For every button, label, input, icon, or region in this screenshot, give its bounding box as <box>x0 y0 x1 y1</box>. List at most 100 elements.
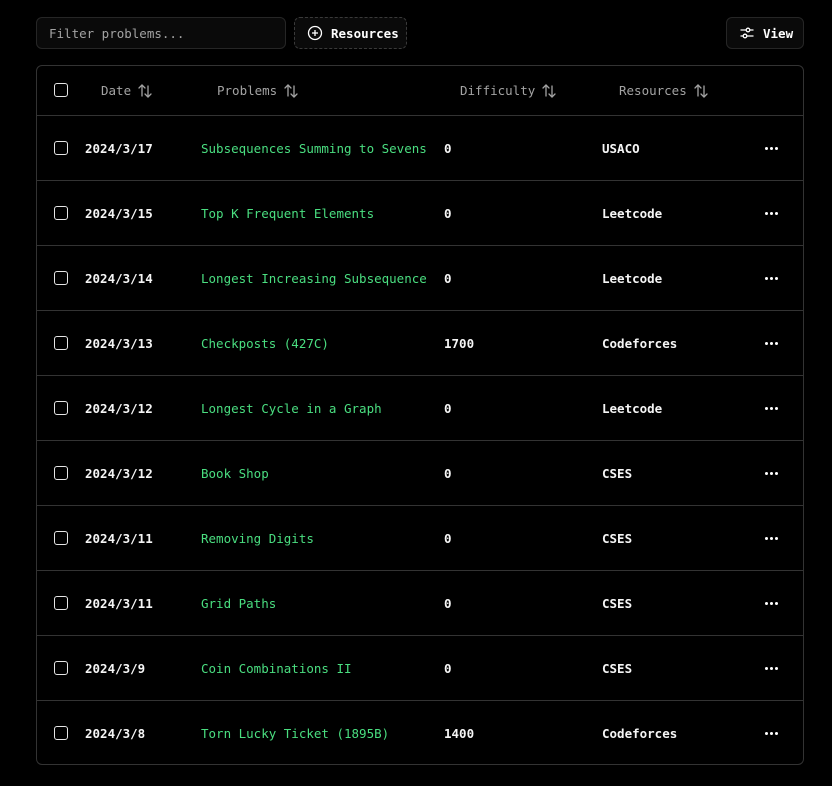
more-horizontal-icon <box>764 666 778 670</box>
table-body: 2024/3/17 Subsequences Summing to Sevens… <box>37 116 803 764</box>
sort-arrows-icon <box>541 83 557 99</box>
date-header-label: Date <box>101 83 132 98</box>
row-problem-link[interactable]: Subsequences Summing to Sevens <box>201 116 427 180</box>
difficulty-header-label: Difficulty <box>460 83 536 98</box>
resources-filter-button[interactable]: Resources <box>294 17 407 49</box>
problems-column-header[interactable]: Problems <box>217 66 299 115</box>
sort-arrows-icon <box>283 83 299 99</box>
row-difficulty: 0 <box>444 270 452 286</box>
problems-header-label: Problems <box>217 83 278 98</box>
row-resource: Codeforces <box>602 335 678 351</box>
more-horizontal-icon <box>764 536 778 540</box>
row-difficulty: 1700 <box>444 335 475 351</box>
row-select-checkbox[interactable] <box>54 466 68 480</box>
row-difficulty: 1400 <box>444 725 475 741</box>
more-horizontal-icon <box>764 601 778 605</box>
more-horizontal-icon <box>764 471 778 475</box>
row-date: 2024/3/12 <box>85 465 153 481</box>
table-row: 2024/3/9 Coin Combinations II 0 CSES <box>37 636 803 701</box>
row-difficulty: 0 <box>444 530 452 546</box>
row-date: 2024/3/17 <box>85 140 153 156</box>
more-horizontal-icon <box>764 276 778 280</box>
row-problem-link[interactable]: Coin Combinations II <box>201 636 352 700</box>
row-problem-link[interactable]: Grid Paths <box>201 571 276 635</box>
resources-column-header[interactable]: Resources <box>619 66 709 115</box>
row-resource: CSES <box>602 530 633 546</box>
filter-problems-input[interactable] <box>36 17 286 49</box>
row-resource: CSES <box>602 465 633 481</box>
row-problem-link[interactable]: Longest Cycle in a Graph <box>201 376 382 440</box>
sliders-icon <box>739 25 755 41</box>
date-column-header[interactable]: Date <box>101 66 153 115</box>
row-actions-button[interactable] <box>759 441 783 505</box>
row-actions-button[interactable] <box>759 636 783 700</box>
row-select-checkbox[interactable] <box>54 596 68 610</box>
row-actions-button[interactable] <box>759 311 783 375</box>
row-problem-link[interactable]: Longest Increasing Subsequence <box>201 246 427 310</box>
row-resource: Codeforces <box>602 725 678 741</box>
row-problem-link[interactable]: Removing Digits <box>201 506 314 570</box>
row-select-checkbox[interactable] <box>54 271 68 285</box>
resources-button-label: Resources <box>331 25 399 41</box>
row-date: 2024/3/8 <box>85 725 146 741</box>
table-row: 2024/3/14 Longest Increasing Subsequence… <box>37 246 803 311</box>
view-options-button[interactable]: View <box>726 17 804 49</box>
row-actions-button[interactable] <box>759 376 783 440</box>
row-resource: CSES <box>602 660 633 676</box>
table-header: Date Problems Difficulty Resources <box>37 66 803 116</box>
view-button-label: View <box>763 25 794 41</box>
difficulty-column-header[interactable]: Difficulty <box>460 66 557 115</box>
row-date: 2024/3/14 <box>85 270 153 286</box>
row-select-checkbox[interactable] <box>54 726 68 740</box>
table-row: 2024/3/8 Torn Lucky Ticket (1895B) 1400 … <box>37 701 803 764</box>
row-date: 2024/3/9 <box>85 660 146 676</box>
row-actions-button[interactable] <box>759 701 783 764</box>
row-problem-link[interactable]: Checkposts (427C) <box>201 311 329 375</box>
table-row: 2024/3/17 Subsequences Summing to Sevens… <box>37 116 803 181</box>
row-select-checkbox[interactable] <box>54 206 68 220</box>
row-select-checkbox[interactable] <box>54 336 68 350</box>
row-select-checkbox[interactable] <box>54 141 68 155</box>
row-actions-button[interactable] <box>759 116 783 180</box>
more-horizontal-icon <box>764 146 778 150</box>
table-row: 2024/3/12 Book Shop 0 CSES <box>37 441 803 506</box>
row-resource: CSES <box>602 595 633 611</box>
plus-circle-icon <box>307 25 323 41</box>
row-difficulty: 0 <box>444 465 452 481</box>
table-row: 2024/3/15 Top K Frequent Elements 0 Leet… <box>37 181 803 246</box>
row-difficulty: 0 <box>444 595 452 611</box>
row-resource: USACO <box>602 140 640 156</box>
row-actions-button[interactable] <box>759 506 783 570</box>
row-date: 2024/3/11 <box>85 530 153 546</box>
table-row: 2024/3/13 Checkposts (427C) 1700 Codefor… <box>37 311 803 376</box>
table-row: 2024/3/12 Longest Cycle in a Graph 0 Lee… <box>37 376 803 441</box>
row-date: 2024/3/11 <box>85 595 153 611</box>
sort-arrows-icon <box>693 83 709 99</box>
row-select-checkbox[interactable] <box>54 661 68 675</box>
row-difficulty: 0 <box>444 660 452 676</box>
row-difficulty: 0 <box>444 400 452 416</box>
row-actions-button[interactable] <box>759 571 783 635</box>
row-select-checkbox[interactable] <box>54 531 68 545</box>
row-problem-link[interactable]: Top K Frequent Elements <box>201 181 374 245</box>
row-difficulty: 0 <box>444 205 452 221</box>
select-all-checkbox[interactable] <box>54 83 68 97</box>
row-date: 2024/3/12 <box>85 400 153 416</box>
row-date: 2024/3/13 <box>85 335 153 351</box>
more-horizontal-icon <box>764 341 778 345</box>
more-horizontal-icon <box>764 211 778 215</box>
row-resource: Leetcode <box>602 205 663 221</box>
toolbar: Resources View <box>0 0 832 60</box>
table-row: 2024/3/11 Grid Paths 0 CSES <box>37 571 803 636</box>
more-horizontal-icon <box>764 406 778 410</box>
row-date: 2024/3/15 <box>85 205 153 221</box>
more-horizontal-icon <box>764 731 778 735</box>
table-row: 2024/3/11 Removing Digits 0 CSES <box>37 506 803 571</box>
row-problem-link[interactable]: Torn Lucky Ticket (1895B) <box>201 701 389 764</box>
row-select-checkbox[interactable] <box>54 401 68 415</box>
row-actions-button[interactable] <box>759 181 783 245</box>
row-resource: Leetcode <box>602 270 663 286</box>
row-problem-link[interactable]: Book Shop <box>201 441 269 505</box>
row-actions-button[interactable] <box>759 246 783 310</box>
sort-arrows-icon <box>137 83 153 99</box>
